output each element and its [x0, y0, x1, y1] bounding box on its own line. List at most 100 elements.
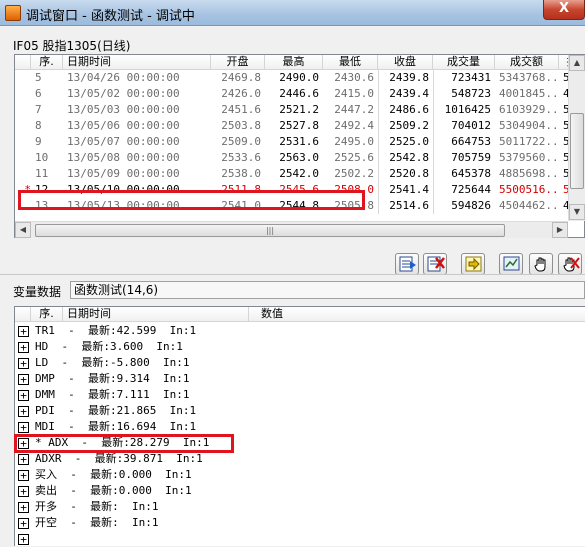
variable-item[interactable]: + 开多 - 最新: In:1: [15, 499, 585, 515]
expand-icon[interactable]: +: [18, 438, 29, 449]
close-button[interactable]: X: [543, 0, 585, 20]
cell-high: 2521.2: [279, 103, 319, 116]
cell-open: 2538.0: [221, 167, 261, 180]
table-row[interactable]: * 12 13/05/10 00:00:00 2511.8 2545.6 2508.0 25…: [15, 182, 583, 198]
expand-icon[interactable]: +: [18, 390, 29, 401]
cell-low: 2505.8: [334, 199, 374, 212]
scroll-down-button[interactable]: ▼: [569, 204, 585, 220]
variable-label: LD - 最新:-5.800 In:1: [35, 356, 190, 369]
scroll-up-button[interactable]: ▲: [569, 55, 585, 71]
stop-debug-button[interactable]: [423, 253, 447, 275]
expand-icon[interactable]: +: [18, 502, 29, 513]
var-header-value[interactable]: 数值: [249, 307, 585, 322]
cell-vol: 723431: [433, 70, 495, 86]
variable-data-label: 变量数据: [13, 285, 62, 299]
expand-icon[interactable]: +: [18, 454, 29, 465]
cell-close: 2439.8: [378, 70, 433, 86]
table-row[interactable]: 6 13/05/02 00:00:00 2426.0 2446.6 2415.0 2439…: [15, 86, 576, 102]
variable-item[interactable]: + TR1 - 最新:42.599 In:1: [15, 323, 585, 339]
table-row[interactable]: 5 13/04/26 00:00:00 2469.8 2490.0 2430.6 2439…: [15, 70, 576, 86]
expand-icon[interactable]: +: [18, 374, 29, 385]
variable-item[interactable]: + ADXR - 最新:39.871 In:1: [15, 451, 585, 467]
cell-idx: 11: [35, 167, 49, 180]
vertical-scrollbar[interactable]: ▲ ▼: [568, 55, 585, 221]
cell-vol: 1016425: [433, 102, 495, 118]
scroll-thumb-horizontal[interactable]: |||: [35, 224, 505, 237]
variable-label: ADXR - 最新:39.871 In:1: [35, 452, 203, 465]
scroll-thumb[interactable]: [570, 113, 584, 189]
cell-vol: 704012: [433, 118, 495, 134]
variable-item[interactable]: + LD - 最新:-5.800 In:1: [15, 355, 585, 371]
hand-button[interactable]: [529, 253, 553, 275]
variable-item[interactable]: + 买入 - 最新:0.000 In:1: [15, 467, 585, 483]
variable-item[interactable]: +: [15, 531, 585, 547]
cell-amt: 6103929...: [499, 103, 559, 116]
expand-icon[interactable]: +: [18, 326, 29, 337]
instrument-label: IF05 股指1305(日线): [13, 39, 131, 53]
cell-low: 2430.6: [334, 71, 374, 84]
header-amount[interactable]: 成交额: [495, 55, 559, 70]
variable-item[interactable]: + PDI - 最新:21.865 In:1: [15, 403, 585, 419]
cell-date: 13/05/09 00:00:00: [67, 167, 180, 180]
title-bar[interactable]: 调试窗口 - 函数测试 - 调试中 X: [0, 0, 585, 26]
cell-high: 2563.0: [279, 151, 319, 164]
expand-icon[interactable]: +: [18, 406, 29, 417]
horizontal-scrollbar[interactable]: ◀ ||| ▶: [15, 221, 568, 238]
step-into-button[interactable]: [395, 253, 419, 275]
expand-icon[interactable]: +: [18, 342, 29, 353]
continue-icon: [465, 256, 482, 272]
watch-button[interactable]: [499, 253, 523, 275]
table-row[interactable]: 10 13/05/08 00:00:00 2533.6 2563.0 2525.6 254…: [15, 150, 583, 166]
header-index[interactable]: 序.: [31, 55, 63, 70]
expand-icon[interactable]: +: [18, 486, 29, 497]
table-row[interactable]: 9 13/05/07 00:00:00 2509.0 2531.6 2495.0 2525…: [15, 134, 583, 150]
row-marker: [15, 70, 31, 86]
variable-item[interactable]: + 开空 - 最新: In:1: [15, 515, 585, 531]
expand-icon[interactable]: +: [18, 534, 29, 545]
expand-icon[interactable]: +: [18, 470, 29, 481]
variable-item[interactable]: + DMP - 最新:9.314 In:1: [15, 371, 585, 387]
cell-date: 13/04/26 00:00:00: [67, 71, 180, 84]
header-high[interactable]: 最高: [265, 55, 323, 70]
cell-amt: 5379560...: [499, 151, 559, 164]
variable-item[interactable]: + MDI - 最新:16.694 In:1: [15, 419, 585, 435]
continue-button[interactable]: [461, 253, 485, 275]
table-row[interactable]: 8 13/05/06 00:00:00 2503.8 2527.8 2492.4 2509…: [15, 118, 583, 134]
header-datetime[interactable]: 日期时间: [63, 55, 211, 70]
cell-high: 2446.6: [279, 87, 319, 100]
function-name-field: 函数测试(14,6): [70, 281, 585, 299]
header-open[interactable]: 开盘: [211, 55, 265, 70]
row-marker: [15, 102, 31, 118]
header-volume[interactable]: 成交量: [433, 55, 495, 70]
variable-label: 卖出 - 最新:0.000 In:1: [35, 484, 192, 497]
variable-label: PDI - 最新:21.865 In:1: [35, 404, 197, 417]
panel-divider[interactable]: [0, 274, 585, 275]
price-data-grid[interactable]: 序. 日期时间 开盘 最高 最低 收盘 成交量 成交额 持 513/04/26 …: [14, 54, 585, 238]
variable-item[interactable]: + HD - 最新:3.600 In:1: [15, 339, 585, 355]
cell-high: 2490.0: [279, 71, 319, 84]
clear-breakpoint-icon: [563, 257, 580, 272]
variable-item[interactable]: + DMM - 最新:7.111 In:1: [15, 387, 585, 403]
expand-icon[interactable]: +: [18, 518, 29, 529]
variable-tree[interactable]: 序. 日期时间 数值 + TR1 - 最新:42.599 In:1 + HD - 最新…: [14, 306, 585, 546]
var-header-index[interactable]: 序.: [31, 307, 63, 322]
cell-open: 2533.6: [221, 151, 261, 164]
clear-breakpoint-button[interactable]: [558, 253, 582, 275]
scroll-right-button[interactable]: ▶: [552, 222, 568, 238]
header-low[interactable]: 最低: [323, 55, 378, 70]
scroll-left-button[interactable]: ◀: [15, 222, 31, 238]
cell-idx: 9: [35, 135, 42, 148]
expand-icon[interactable]: +: [18, 358, 29, 369]
table-row[interactable]: 13 13/05/13 00:00:00 2541.0 2544.8 2505.8 251…: [15, 198, 583, 214]
table-row[interactable]: 7 13/05/03 00:00:00 2451.6 2521.2 2447.2 2486…: [15, 102, 583, 118]
table-row[interactable]: 11 13/05/09 00:00:00 2538.0 2542.0 2502.2 252…: [15, 166, 583, 182]
cell-low: 2415.0: [334, 87, 374, 100]
header-close[interactable]: 收盘: [378, 55, 433, 70]
cell-low: 2495.0: [334, 135, 374, 148]
expand-icon[interactable]: +: [18, 422, 29, 433]
variable-item[interactable]: + 卖出 - 最新:0.000 In:1: [15, 483, 585, 499]
cell-date: 13/05/02 00:00:00: [67, 87, 180, 100]
var-header-datetime[interactable]: 日期时间: [63, 307, 249, 322]
variable-item[interactable]: + * ADX - 最新:28.279 In:1: [15, 435, 585, 451]
cell-close: 2514.6: [378, 198, 433, 214]
